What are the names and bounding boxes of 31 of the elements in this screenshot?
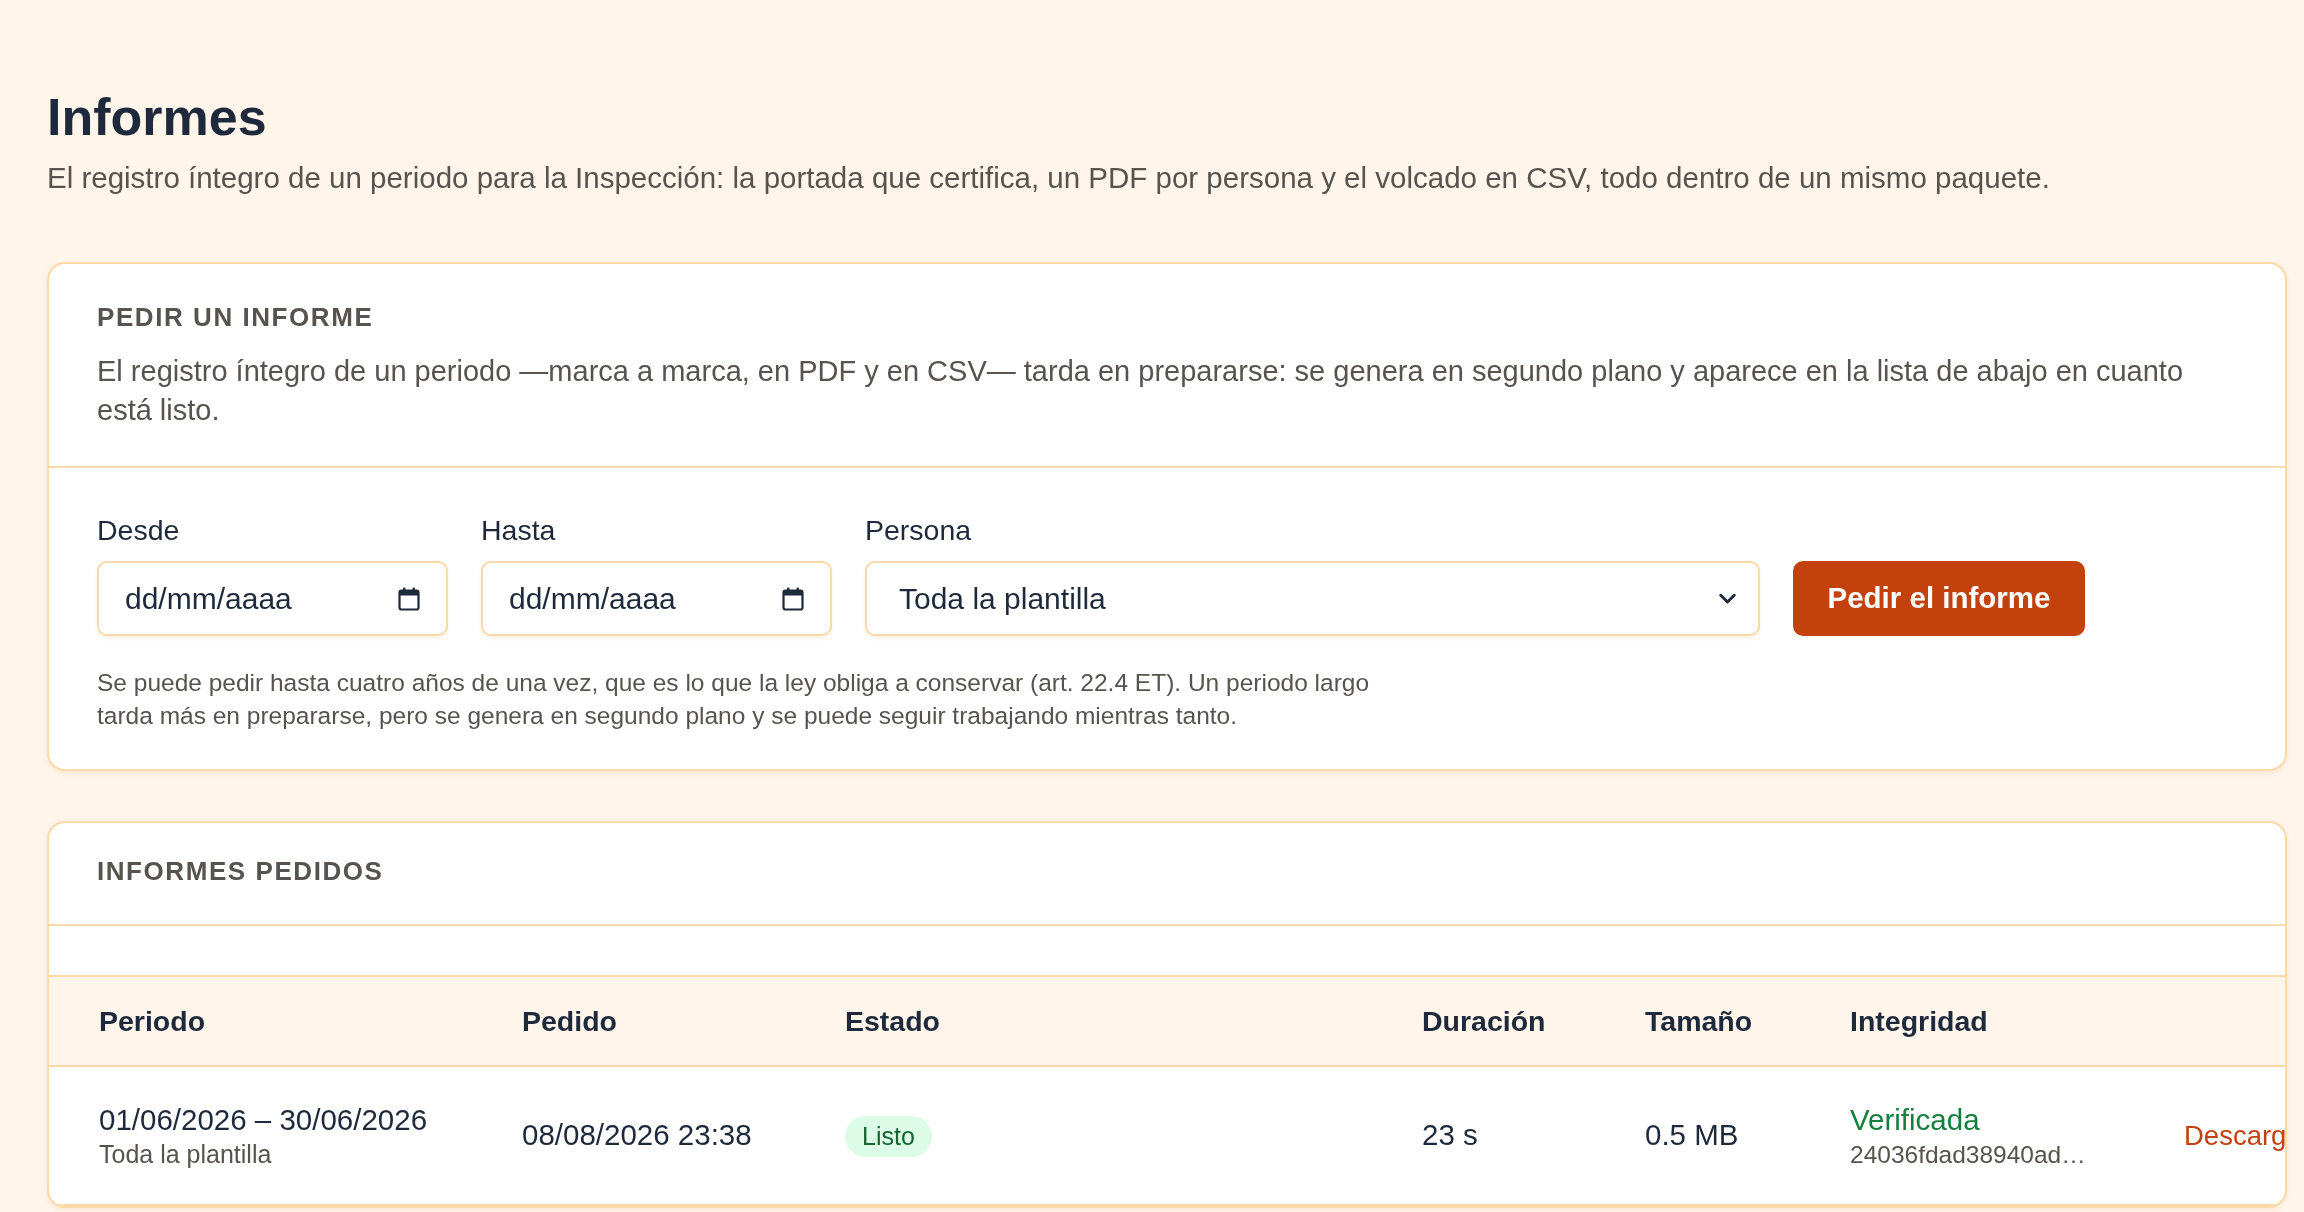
column-header: Pedido — [506, 977, 829, 1066]
date-field[interactable]: dd/mm/aaaa — [481, 561, 832, 636]
calendar-icon — [782, 586, 804, 611]
request-report-button[interactable]: Pedir el informe — [1793, 561, 2085, 636]
period-text: 01/06/2026 – 30/06/2026 — [99, 1101, 428, 1138]
section-heading: INFORMES PEDIDOS — [97, 856, 384, 887]
table-cell: 08/08/2026 23:38 — [506, 1066, 829, 1205]
integrity-status: Verificada — [1850, 1101, 1980, 1138]
table-cell: 0.5 MB — [1629, 1066, 1834, 1205]
field-label: Hasta — [481, 513, 556, 548]
status-badge: Listo — [845, 1116, 932, 1158]
page-title: Informes — [47, 87, 268, 148]
column-header: Tamaño — [1629, 977, 1834, 1066]
hash-text: 24036fdad38940ad… — [1850, 1139, 2086, 1170]
page-subtitle: El registro íntegro de un periodo para la Inspección: la portada que certifica, un PDF por persona y el volcado en CSV, todo dentro de un mismo paquete. — [47, 160, 2051, 196]
column-header: Integridad — [1834, 977, 2168, 1066]
field-label: Persona — [865, 513, 972, 548]
download-link[interactable]: Descarg — [2184, 1120, 2285, 1152]
calendar-icon — [398, 586, 420, 611]
column-header: Duración — [1406, 977, 1629, 1066]
table-cell: 23 s — [1406, 1066, 1629, 1205]
column-header: Periodo — [49, 977, 506, 1066]
section-description: El registro íntegro de un periodo —marca a marca, en PDF y en CSV— tarda en prepararse: se genera en segundo plano y aparece en la lista de abajo en cuanto está listo. — [97, 354, 2185, 428]
scope-text: Toda la plantilla — [99, 1138, 272, 1170]
column-header: Estado — [829, 977, 1406, 1066]
help-text: Se puede pedir hasta cuatro años de una vez, que es lo que la ley obliga a conservar (art. 22.4 ET). Un periodo largo tarda más en prepararse, pero se genera en segundo plano y se puede seguir trabajando mientras tanto. — [97, 668, 1371, 731]
chevron-down-icon — [1719, 593, 1736, 604]
field-label: Desde — [97, 513, 180, 548]
section-heading: PEDIR UN INFORME — [97, 302, 374, 333]
date-field[interactable]: dd/mm/aaaa — [97, 561, 448, 636]
select-field[interactable]: Toda la plantilla — [865, 561, 1760, 636]
